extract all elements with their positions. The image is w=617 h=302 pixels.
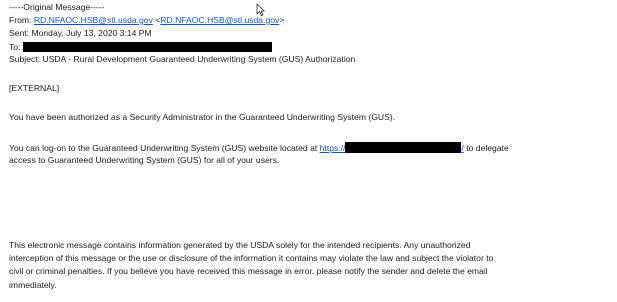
disclaimer-line-1: This electronic message contains informa… [9,240,471,250]
authorized-message: You have been authorized as a Security A… [9,112,396,122]
external-tag: [EXTERNAL] [9,83,60,93]
logon-suffix: to delegate [463,143,509,153]
subject-line: Subject: USDA - Rural Development Guaran… [9,54,356,64]
to-label: To: [9,42,23,52]
sent-line: Sent: Monday, July 13, 2020 3:14 PM [9,28,152,38]
from-label: From: [9,15,34,25]
disclaimer-line-3: civil or criminal penalties. If you beli… [9,266,488,276]
to-redaction [22,42,272,52]
gus-website-link[interactable]: https:/// [319,142,464,153]
from-line: From: RD.NFAOC.HSB@stl.usda.gov <RD.NFAO… [9,16,284,25]
to-line: To: [9,42,272,52]
disclaimer-line-2: interception of this message or the use … [9,253,494,263]
logon-text: You can log-on to the Guaranteed Underwr… [9,143,320,153]
disclaimer-line-4: immediately. [9,280,57,290]
mouse-pointer-icon [256,3,265,16]
from-email-link[interactable]: RD.NFAOC.HSB@stl.usda.gov [34,15,153,25]
logon-line: You can log-on to the Guaranteed Underwr… [9,142,509,153]
logon-line-2: access to Guaranteed Underwriting System… [9,155,280,165]
original-message-separator: -----Original Message----- [9,2,105,12]
gus-link-text: https:// [319,143,346,153]
from-close-bracket: > [279,15,285,25]
url-redaction [345,142,462,153]
